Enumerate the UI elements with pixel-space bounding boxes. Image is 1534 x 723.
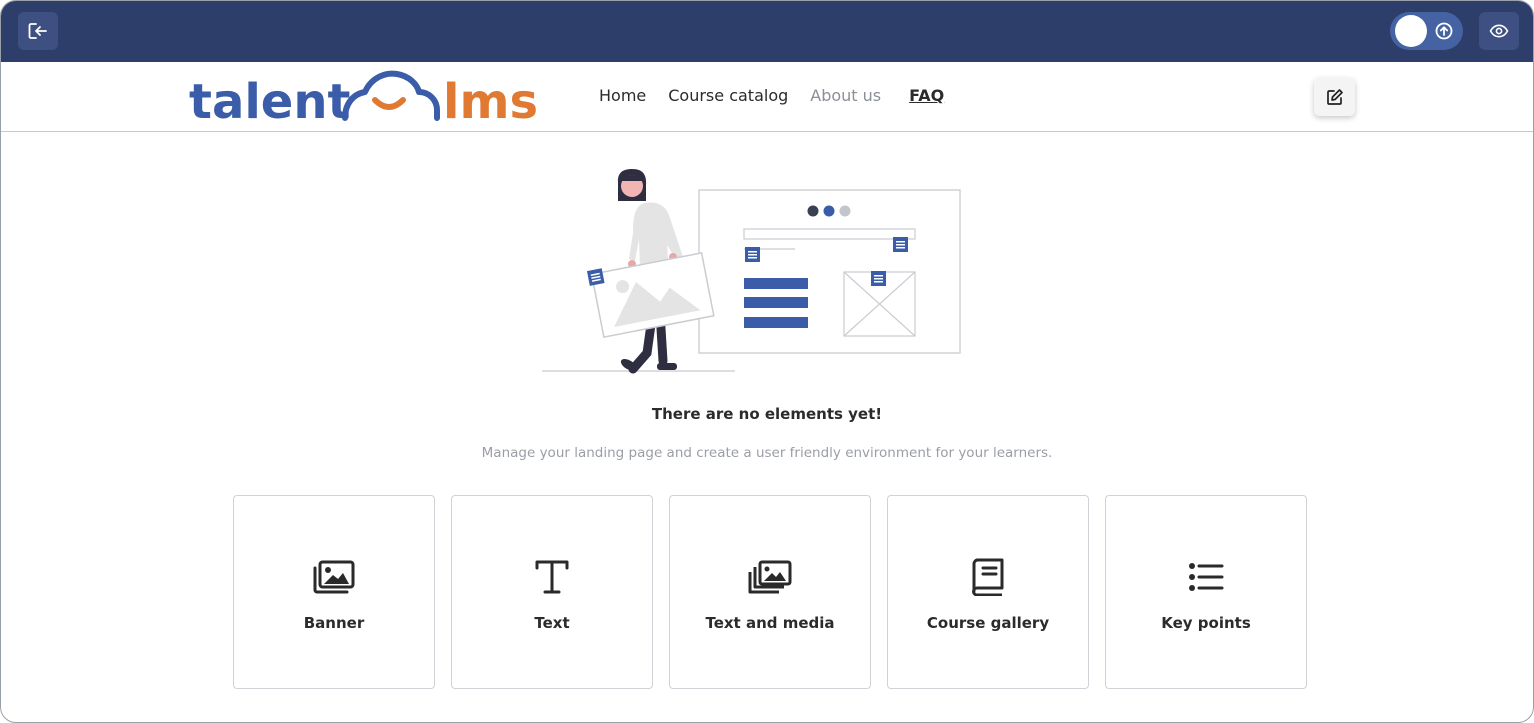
key-points-card[interactable]: Key points: [1105, 495, 1307, 689]
text-and-media-card[interactable]: Text and media: [669, 495, 871, 689]
text-and-media-card-label: Text and media: [705, 614, 835, 632]
nav-course-catalog[interactable]: Course catalog: [668, 86, 788, 105]
nav-about-us[interactable]: About us: [810, 86, 881, 105]
media-gallery-icon: [748, 560, 792, 594]
site-header: talent lms Home Course catalog About us …: [1, 62, 1533, 132]
book-icon: [972, 558, 1004, 596]
nav-faq[interactable]: FAQ: [909, 86, 944, 105]
empty-state-subtitle: Manage your landing page and create a us…: [481, 445, 1053, 461]
eye-icon: [1489, 24, 1509, 38]
edit-header-button[interactable]: [1314, 78, 1355, 116]
empty-state-illustration: [542, 169, 961, 374]
preview-button[interactable]: [1479, 12, 1519, 50]
svg-text:talent: talent: [189, 74, 350, 126]
exit-button[interactable]: [18, 12, 58, 50]
top-toolbar: [1, 1, 1533, 62]
edit-icon: [1326, 89, 1343, 105]
banner-card-label: Banner: [303, 614, 365, 632]
element-cards: Banner Text Text and media Course galler…: [233, 495, 1307, 689]
nav-home[interactable]: Home: [599, 86, 646, 105]
banner-card[interactable]: Banner: [233, 495, 435, 689]
upload-circle-icon: [1435, 22, 1453, 40]
talentlms-logo[interactable]: talent lms: [189, 68, 541, 126]
publish-toggle[interactable]: [1390, 12, 1463, 50]
empty-state-title: There are no elements yet!: [651, 405, 883, 423]
text-card[interactable]: Text: [451, 495, 653, 689]
exit-icon: [28, 23, 47, 39]
text-icon: [535, 560, 569, 594]
banner-image-icon: [313, 560, 355, 594]
app-window: talent lms Home Course catalog About us …: [0, 0, 1534, 723]
toggle-knob: [1395, 15, 1427, 47]
text-card-label: Text: [534, 614, 570, 632]
svg-text:lms: lms: [443, 74, 538, 126]
list-icon: [1189, 563, 1224, 591]
main-nav: Home Course catalog About us FAQ: [599, 86, 966, 105]
course-gallery-card[interactable]: Course gallery: [887, 495, 1089, 689]
key-points-card-label: Key points: [1161, 614, 1251, 632]
course-gallery-card-label: Course gallery: [926, 614, 1050, 632]
